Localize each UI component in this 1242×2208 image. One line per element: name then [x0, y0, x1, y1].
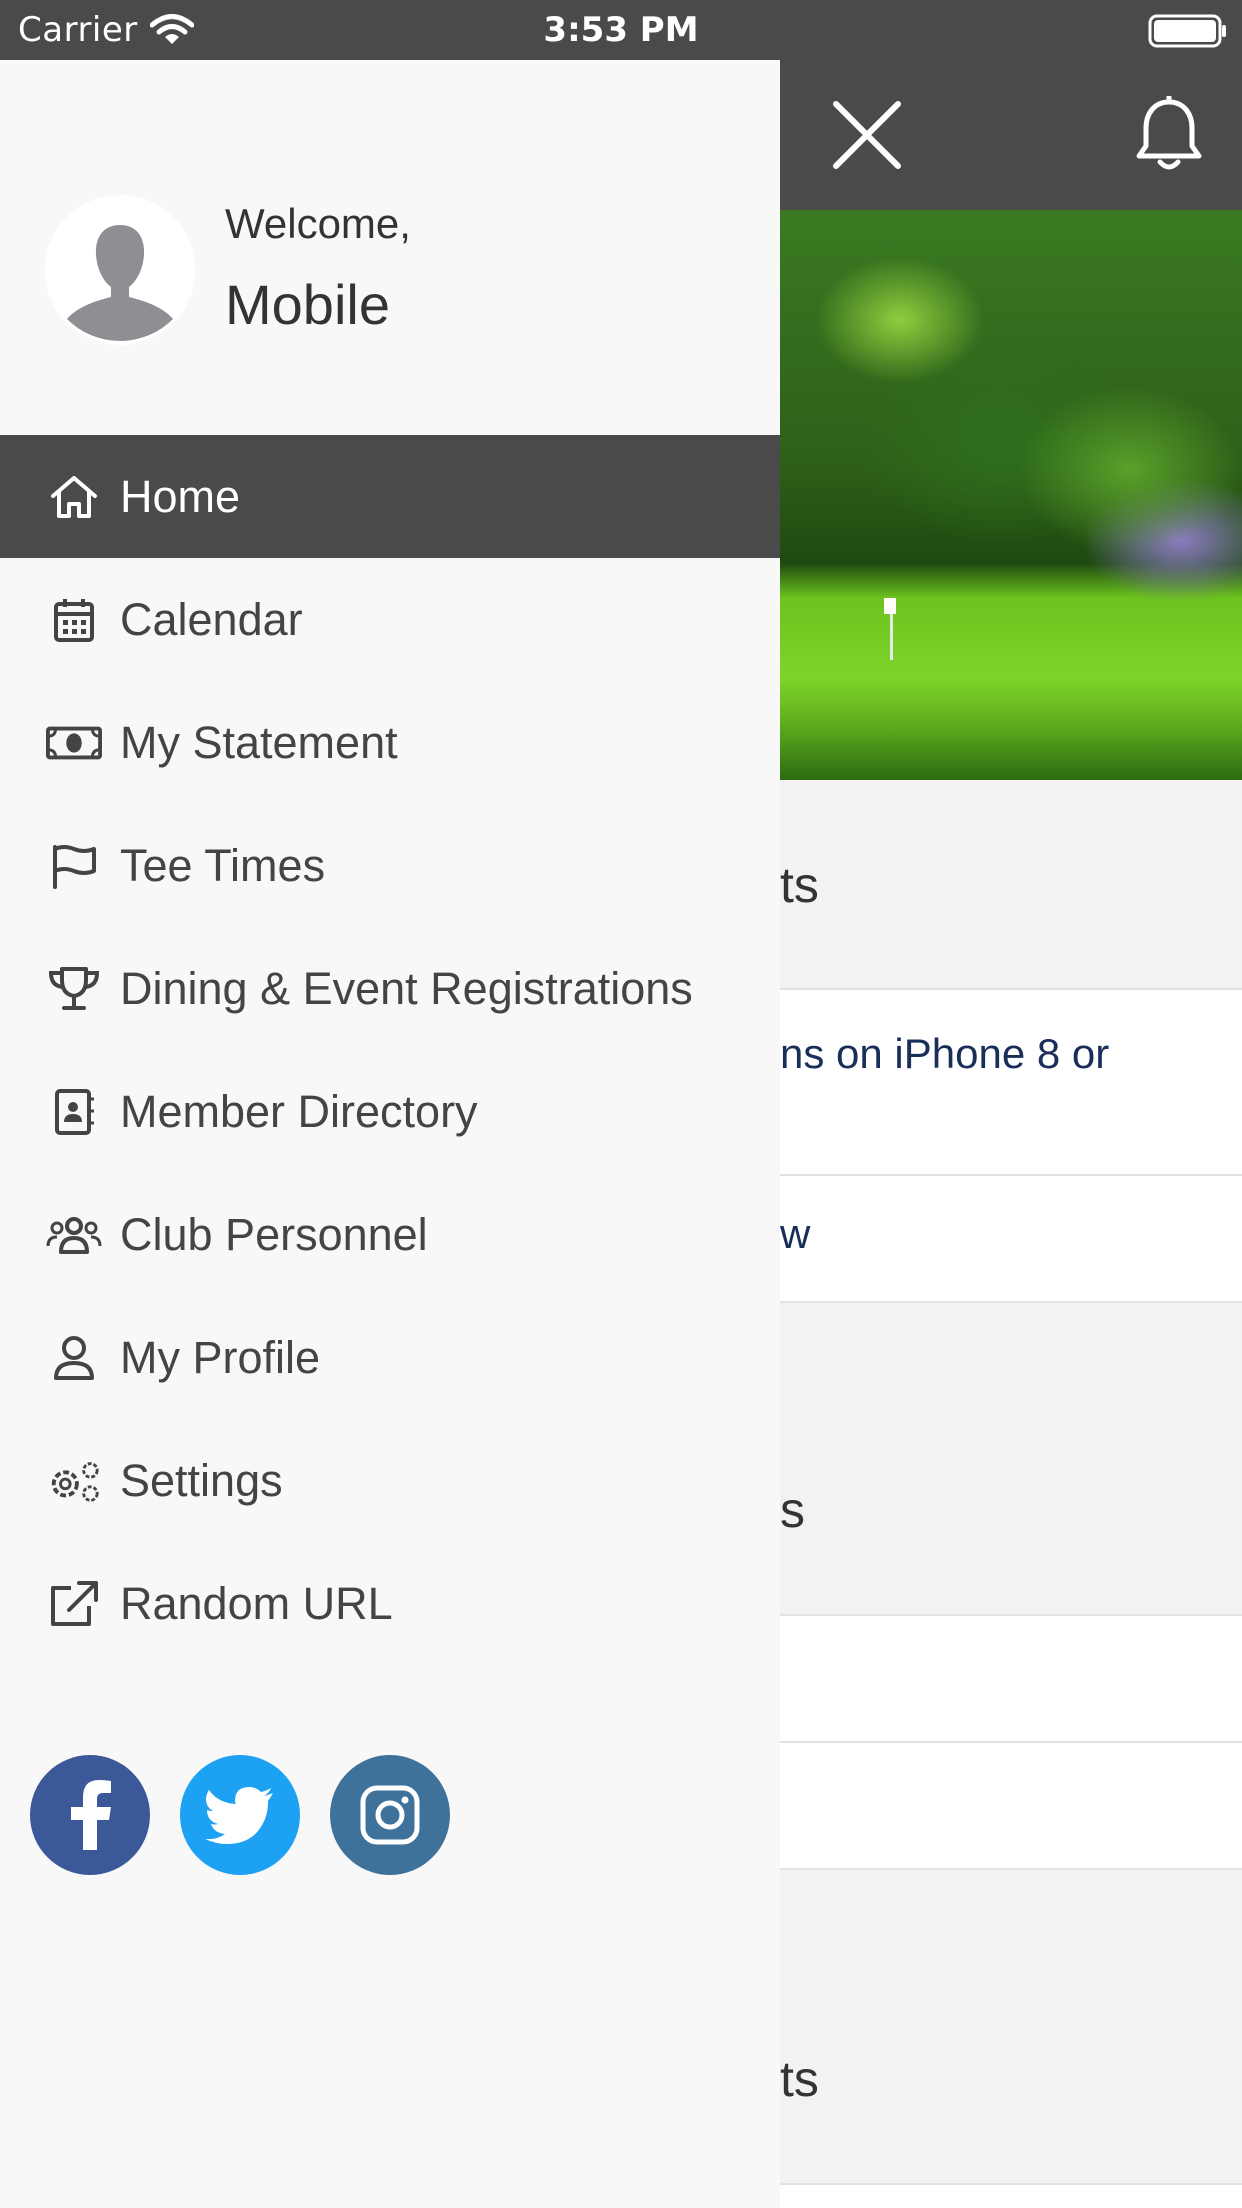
cogs-icon: [46, 1453, 102, 1509]
user-icon: [46, 1330, 102, 1386]
menu-item-label: Settings: [120, 1454, 283, 1506]
drawer-menu: Home Calendar My Statement Tee Times Din…: [0, 435, 780, 1665]
menu-item-home[interactable]: Home: [0, 435, 780, 558]
menu-item-label: Member Directory: [120, 1085, 478, 1137]
close-icon[interactable]: [832, 100, 902, 174]
users-icon: [46, 1207, 102, 1263]
menu-item-settings[interactable]: Settings: [0, 1419, 780, 1542]
menu-item-my-statement[interactable]: My Statement: [0, 681, 780, 804]
avatar[interactable]: [45, 195, 195, 345]
menu-item-label: Club Personnel: [120, 1208, 428, 1260]
golf-flag: [884, 598, 896, 614]
username: Mobile: [225, 273, 390, 336]
trophy-icon: [46, 961, 102, 1017]
notification-bell-icon[interactable]: [1134, 94, 1204, 178]
clock: 3:53 PM: [543, 10, 699, 50]
menu-item-label: My Statement: [120, 716, 398, 768]
battery-icon: [1148, 14, 1228, 52]
menu-item-tee-times[interactable]: Tee Times: [0, 804, 780, 927]
menu-item-dining-event-registrations[interactable]: Dining & Event Registrations: [0, 927, 780, 1050]
menu-item-label: Home: [120, 470, 241, 522]
instagram-icon[interactable]: [330, 1755, 450, 1875]
menu-item-my-profile[interactable]: My Profile: [0, 1296, 780, 1419]
menu-item-label: Calendar: [120, 593, 303, 645]
calendar-icon: [46, 592, 102, 648]
status-bar: Carrier 3:53 PM: [0, 0, 1242, 60]
section-title-fragment: ts: [780, 2051, 819, 2107]
menu-item-random-url[interactable]: Random URL: [0, 1542, 780, 1665]
social-links: [30, 1755, 450, 1875]
profile-header[interactable]: Welcome, Mobile: [0, 60, 780, 435]
money-bill-icon: [46, 715, 102, 771]
menu-item-label: Random URL: [120, 1577, 393, 1629]
menu-item-member-directory[interactable]: Member Directory: [0, 1050, 780, 1173]
address-book-icon: [46, 1084, 102, 1140]
section-title-fragment: s: [780, 1482, 805, 1538]
home-icon: [46, 469, 102, 525]
flag-icon: [46, 838, 102, 894]
navigation-drawer: Welcome, Mobile Home Calendar My Stateme…: [0, 60, 780, 2208]
menu-item-calendar[interactable]: Calendar: [0, 558, 780, 681]
list-row-text-fragment[interactable]: ns on iPhone 8 or: [780, 1030, 1109, 1078]
section-title-fragment: ts: [780, 857, 819, 913]
menu-item-club-personnel[interactable]: Club Personnel: [0, 1173, 780, 1296]
menu-item-label: Tee Times: [120, 839, 326, 891]
external-link-icon: [46, 1576, 102, 1632]
menu-item-label: Dining & Event Registrations: [120, 962, 693, 1014]
menu-item-label: My Profile: [120, 1331, 321, 1383]
facebook-icon[interactable]: [30, 1755, 150, 1875]
welcome-label: Welcome,: [225, 200, 411, 247]
twitter-icon[interactable]: [180, 1755, 300, 1875]
list-row-text-fragment[interactable]: w: [780, 1210, 810, 1258]
